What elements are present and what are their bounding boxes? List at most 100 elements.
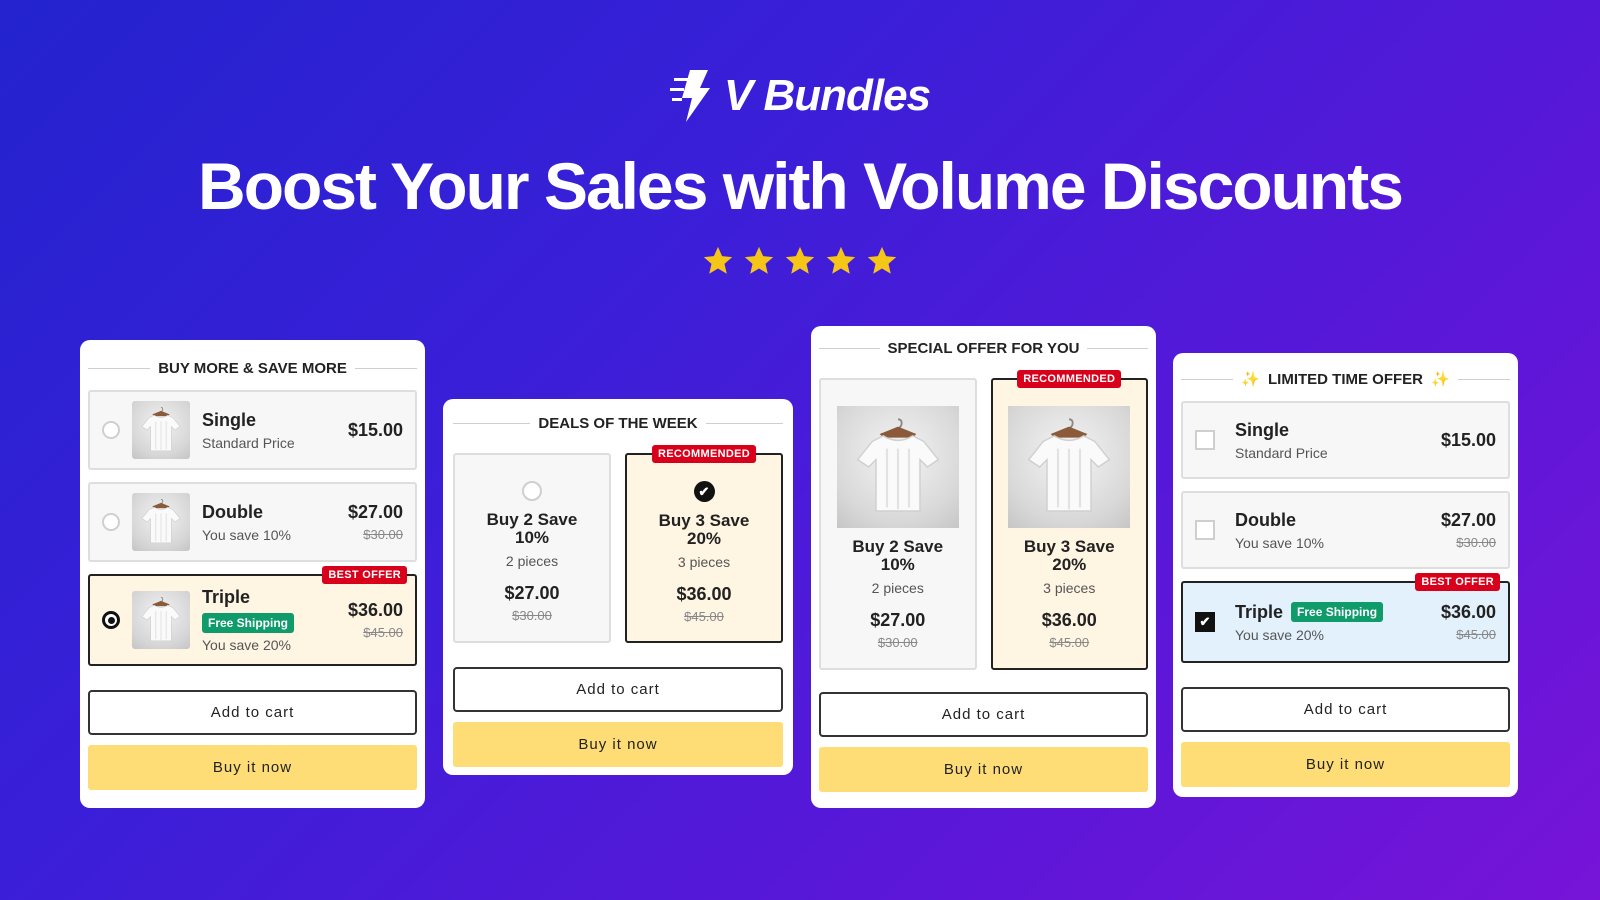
tile-title-percent: 20%: [1052, 555, 1087, 574]
bundle-option-triple[interactable]: BEST OFFER Triple Free Shipping You save…: [88, 566, 417, 666]
star-rating: [0, 244, 1600, 278]
bundle-widget-limited-time: ✨ LIMITED TIME OFFER ✨ Single Standard P…: [1173, 353, 1518, 797]
bundle-tile-buy-2[interactable]: Buy 2 Save 10% 2 pieces $27.00 $30.00: [819, 378, 977, 670]
option-price: $36.00: [347, 600, 403, 620]
check-circle-icon[interactable]: ✔: [693, 481, 715, 502]
radio-button[interactable]: [522, 481, 542, 501]
buy-it-now-button[interactable]: Buy it now: [88, 745, 417, 790]
add-to-cart-button[interactable]: Add to cart: [453, 667, 783, 712]
option-subtitle: You save 10%: [1235, 534, 1324, 551]
checkbox[interactable]: [1195, 520, 1215, 540]
tile-price: $36.00: [1041, 610, 1097, 630]
divider: [354, 367, 418, 369]
option-subtitle: Standard Price: [1235, 444, 1328, 461]
star-icon: [785, 246, 815, 274]
option-name: Single: [1235, 419, 1290, 440]
tile-old-price: $30.00: [877, 635, 918, 650]
buy-it-now-button[interactable]: Buy it now: [819, 747, 1148, 792]
divider: [1087, 347, 1148, 349]
option-price: $36.00: [1440, 602, 1496, 622]
buy-it-now-button[interactable]: Buy it now: [453, 722, 783, 767]
checkbox[interactable]: [1195, 430, 1215, 450]
product-thumbnail: [132, 401, 190, 459]
bundle-tile-buy-3[interactable]: RECOMMENDED ✔ Buy 3 Save 20% 3 pieces $3…: [625, 445, 783, 643]
bundle-option-single[interactable]: Single Standard Price $15.00: [1181, 401, 1510, 479]
option-price: $27.00: [347, 502, 403, 522]
tile-title: Buy 2 Save: [852, 537, 944, 556]
page-headline: Boost Your Sales with Volume Discounts: [198, 149, 1404, 223]
option-subtitle: You save 10%: [202, 526, 291, 543]
widget-title-text: LIMITED TIME OFFER: [1268, 370, 1423, 388]
tile-price: $27.00: [504, 583, 560, 603]
tile-title: Buy 3 Save: [658, 511, 750, 530]
tshirt-icon: [135, 594, 187, 646]
buy-it-now-button[interactable]: Buy it now: [1181, 742, 1510, 787]
option-name: Triple: [202, 587, 251, 607]
tshirt-icon: [135, 404, 187, 456]
option-name: Triple: [1235, 601, 1284, 622]
free-shipping-badge: Free Shipping: [1291, 602, 1384, 622]
divider: [1181, 378, 1234, 380]
tile-price: $27.00: [870, 610, 926, 630]
product-image: [1008, 406, 1131, 528]
widget-title-text: SPECIAL OFFER FOR YOU: [887, 339, 1080, 357]
star-icon: [703, 246, 733, 274]
tile-old-price: $30.00: [512, 608, 552, 623]
bundle-option-double[interactable]: Double You save 10% $27.00 $30.00: [88, 482, 417, 562]
bundle-tile-buy-2[interactable]: Buy 2 Save 10% 2 pieces $27.00 $30.00: [453, 453, 611, 643]
star-icon: [867, 246, 897, 274]
widget-title: BUY MORE & SAVE MORE: [88, 348, 418, 388]
tile-title: Buy 3 Save: [1023, 537, 1115, 556]
divider: [1457, 378, 1510, 380]
widget-title: ✨ LIMITED TIME OFFER ✨: [1181, 359, 1510, 399]
brand-name: V Bundles: [723, 71, 931, 120]
widget-title: SPECIAL OFFER FOR YOU: [819, 328, 1148, 368]
bundle-tile-buy-3[interactable]: RECOMMENDED Buy 3 Save 20% 3 pieces $36.…: [990, 370, 1148, 670]
radio-button[interactable]: [102, 513, 120, 531]
product-thumbnail: [132, 591, 190, 649]
add-to-cart-button[interactable]: Add to cart: [1181, 687, 1510, 732]
tile-old-price: $45.00: [1049, 635, 1090, 650]
recommended-badge: RECOMMENDED: [1017, 370, 1122, 388]
bundle-widget-buy-more: BUY MORE & SAVE MORE Single Standard Pri…: [80, 340, 425, 808]
tile-old-price: $45.00: [684, 609, 724, 624]
divider: [705, 422, 784, 424]
divider: [453, 422, 531, 424]
product-image: [836, 406, 959, 528]
checkbox-checked[interactable]: ✔: [1195, 612, 1215, 632]
tile-title-percent: 20%: [686, 529, 722, 548]
tile-pieces: 2 pieces: [871, 580, 924, 596]
tshirt-icon: [1014, 412, 1124, 522]
bundle-option-double[interactable]: Double You save 10% $27.00 $30.00: [1181, 491, 1510, 569]
tshirt-icon: [135, 496, 187, 548]
radio-button-selected[interactable]: [102, 611, 120, 629]
recommended-badge: RECOMMENDED: [652, 445, 756, 463]
tile-title-percent: 10%: [880, 555, 915, 574]
tile-price: $36.00: [676, 584, 732, 604]
widget-title-text: DEALS OF THE WEEK: [538, 414, 698, 432]
tile-pieces: 2 pieces: [505, 553, 559, 569]
add-to-cart-button[interactable]: Add to cart: [88, 690, 417, 735]
option-subtitle: You save 20%: [1235, 626, 1324, 643]
widget-title: DEALS OF THE WEEK: [453, 403, 784, 443]
free-shipping-badge: Free Shipping: [202, 613, 295, 633]
brand: V Bundles: [0, 68, 1600, 124]
best-offer-badge: BEST OFFER: [322, 566, 407, 584]
option-price: $15.00: [347, 419, 403, 440]
bundle-option-triple[interactable]: BEST OFFER ✔ Triple Free Shipping You sa…: [1181, 573, 1510, 663]
add-to-cart-button[interactable]: Add to cart: [819, 692, 1148, 737]
bundle-option-single[interactable]: Single Standard Price $15.00: [88, 390, 417, 470]
lightning-bolt-icon: [669, 70, 710, 122]
divider: [88, 367, 151, 369]
option-old-price: $45.00: [363, 625, 403, 640]
radio-button[interactable]: [102, 421, 120, 439]
sparkles-icon: ✨: [1241, 371, 1260, 388]
option-price: $27.00: [1440, 510, 1496, 530]
option-subtitle: Standard Price: [202, 434, 295, 451]
option-old-price: $30.00: [1456, 535, 1496, 550]
bundle-widget-deals-of-week: DEALS OF THE WEEK Buy 2 Save 10% 2 piece…: [443, 399, 793, 775]
sparkles-icon: ✨: [1431, 371, 1450, 388]
tile-title-percent: 10%: [514, 528, 550, 547]
product-thumbnail: [132, 493, 190, 551]
option-old-price: $30.00: [363, 527, 403, 542]
